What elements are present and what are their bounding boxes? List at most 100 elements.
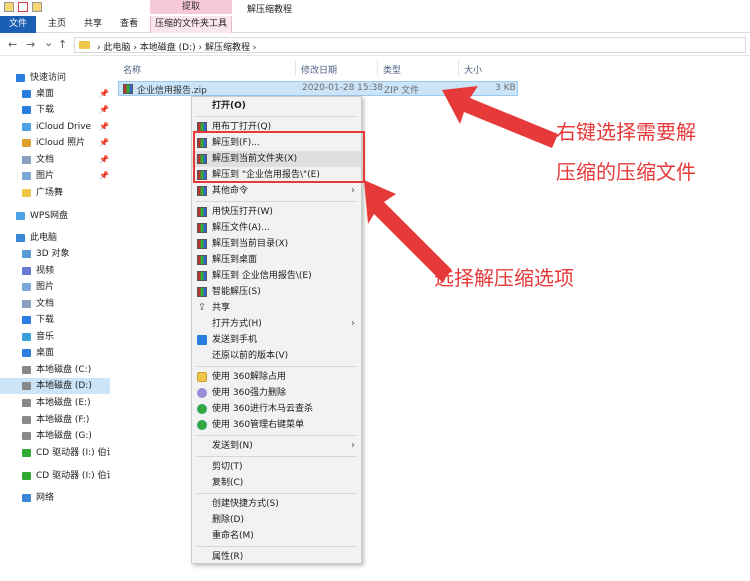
menu-item[interactable]: 解压到桌面 (192, 252, 361, 268)
sidebar-item[interactable]: 快速访问 (0, 70, 110, 86)
sidebar-item[interactable]: 此电脑 (0, 230, 110, 246)
menu-item[interactable]: 还原以前的版本(V) (192, 348, 361, 364)
folder-icon[interactable] (4, 2, 14, 12)
chevron-down-icon[interactable]: ⌄ (44, 36, 53, 49)
menu-item[interactable]: 解压到当前目录(X) (192, 236, 361, 252)
sidebar-item-label: 本地磁盘 (C:) (36, 365, 92, 375)
address-field[interactable]: › 此电脑 › 本地磁盘 (D:) › 解压缩教程 › (74, 37, 746, 53)
menu-item[interactable]: 解压文件(A)... (192, 220, 361, 236)
sidebar-item[interactable]: 本地磁盘 (E:) (0, 395, 110, 411)
pin-icon[interactable]: 📌 (99, 119, 109, 135)
menu-item[interactable]: 打开方式(H) › (192, 316, 361, 332)
sidebar-item[interactable]: 广场舞 (0, 185, 110, 201)
menu-item[interactable]: 其他命令 › (192, 183, 361, 199)
sidebar-item[interactable]: 网络 (0, 490, 110, 506)
menu-item[interactable]: 使用 360管理右键菜单 (192, 417, 361, 433)
column-divider[interactable] (458, 60, 459, 76)
column-divider[interactable] (377, 60, 378, 76)
tab-share[interactable]: 共享 (76, 16, 110, 33)
column-name[interactable]: 名称 (123, 63, 141, 76)
rar-icon (197, 287, 207, 297)
menu-item[interactable]: 打开(O) (192, 98, 361, 114)
sidebar-item-label: 视频 (36, 266, 55, 276)
sidebar-item[interactable]: iCloud Drive 📌 (0, 119, 110, 135)
sidebar-item[interactable]: WPS网盘 (0, 208, 110, 224)
sidebar-item[interactable]: 下载 (0, 312, 110, 328)
pin-icon[interactable]: 📌 (99, 152, 109, 168)
menu-item-label: 创建快捷方式(S) (212, 499, 279, 509)
menu-item[interactable]: 复制(C) (192, 475, 361, 491)
sidebar-item[interactable]: 视频 (0, 263, 110, 279)
sidebar-item[interactable]: 本地磁盘 (D:) (0, 378, 110, 394)
address-bar: ← → ⌄ ↑ › 此电脑 › 本地磁盘 (D:) › 解压缩教程 › (0, 34, 750, 56)
sidebar-item[interactable]: 文档 📌 (0, 152, 110, 168)
sidebar-item[interactable]: 下载 📌 (0, 102, 110, 118)
context-tab-header[interactable]: 提取 (150, 0, 232, 14)
checkbox-icon[interactable] (18, 2, 28, 12)
menu-item-label: 剪切(T) (212, 462, 243, 472)
sidebar-item-label: 图片 (36, 282, 55, 292)
up-arrow-icon[interactable]: ↑ (58, 38, 67, 51)
sidebar-item-label: iCloud 照片 (36, 138, 86, 148)
annotation-text: 选择解压缩选项 (434, 266, 574, 290)
menu-item[interactable]: 使用 360解除占用 (192, 369, 361, 385)
video-icon (22, 267, 31, 275)
column-type[interactable]: 类型 (383, 63, 401, 76)
menu-separator (196, 493, 357, 494)
pin-icon[interactable]: 📌 (99, 135, 109, 151)
tab-file[interactable]: 文件 (0, 16, 36, 33)
pin-icon[interactable]: 📌 (99, 86, 109, 102)
menu-item[interactable]: 使用 360强力删除 (192, 385, 361, 401)
menu-item-label: 智能解压(S) (212, 287, 261, 297)
menu-item[interactable]: 用快压打开(W) (192, 204, 361, 220)
menu-item-label: 共享 (212, 303, 231, 313)
sidebar-item[interactable]: 本地磁盘 (C:) (0, 362, 110, 378)
forward-arrow-icon[interactable]: → (26, 38, 35, 51)
sidebar-item[interactable]: 桌面 📌 (0, 86, 110, 102)
tab-view[interactable]: 查看 (112, 16, 146, 33)
tab-compressed-folder-tools[interactable]: 压缩的文件夹工具 (150, 16, 232, 33)
breadcrumb[interactable]: › 此电脑 › 本地磁盘 (D:) › 解压缩教程 › (97, 40, 256, 53)
menu-separator (196, 201, 357, 202)
pin-icon[interactable]: 📌 (99, 168, 109, 184)
menu-item-label: 使用 360强力删除 (212, 388, 287, 398)
column-size[interactable]: 大小 (464, 63, 482, 76)
menu-item[interactable]: 属性(R) (192, 549, 361, 565)
menu-item[interactable]: 发送到手机 (192, 332, 361, 348)
menu-item[interactable]: 智能解压(S) (192, 284, 361, 300)
pin-icon[interactable]: 📌 (99, 102, 109, 118)
sidebar-item[interactable]: 本地磁盘 (G:) (0, 428, 110, 444)
menu-item[interactable]: ⇪ 共享 (192, 300, 361, 316)
folder-icon[interactable] (32, 2, 42, 12)
sidebar-item[interactable]: 本地磁盘 (F:) (0, 412, 110, 428)
sidebar-item[interactable]: CD 驱动器 (I:) 伯诗乐 (0, 468, 110, 484)
sidebar-item[interactable]: 图片 (0, 279, 110, 295)
sidebar-item[interactable]: 文档 (0, 296, 110, 312)
menu-item[interactable]: 发送到(N) › (192, 438, 361, 454)
menu-item[interactable]: 创建快捷方式(S) (192, 496, 361, 512)
drive-icon (22, 432, 31, 440)
column-date[interactable]: 修改日期 (301, 63, 337, 76)
column-divider[interactable] (295, 60, 296, 76)
folder-icon (79, 41, 90, 49)
sidebar-item[interactable]: 桌面 (0, 345, 110, 361)
download-icon (22, 316, 31, 324)
sidebar-item[interactable]: CD 驱动器 (I:) 伯诗 (0, 445, 110, 461)
menu-item-label: 属性(R) (212, 552, 244, 562)
menu-item[interactable]: 剪切(T) (192, 459, 361, 475)
menu-item[interactable]: 使用 360进行木马云查杀 (192, 401, 361, 417)
sidebar-item[interactable]: 图片 📌 (0, 168, 110, 184)
sidebar-item[interactable]: 3D 对象 (0, 246, 110, 262)
menu-separator (196, 456, 357, 457)
sidebar-item-label: 下载 (36, 105, 55, 115)
sidebar-item[interactable]: iCloud 照片 📌 (0, 135, 110, 151)
menu-item-label: 解压文件(A)... (212, 223, 270, 233)
menu-item-label: 发送到(N) (212, 441, 253, 451)
menu-item[interactable]: 删除(D) (192, 512, 361, 528)
sidebar-item[interactable]: 音乐 (0, 329, 110, 345)
sidebar-item-label: 本地磁盘 (G:) (36, 431, 92, 441)
tab-home[interactable]: 主页 (40, 16, 74, 33)
menu-item[interactable]: 解压到 企业信用报告\(E) (192, 268, 361, 284)
menu-item[interactable]: 重命名(M) (192, 528, 361, 544)
back-arrow-icon[interactable]: ← (8, 38, 17, 51)
